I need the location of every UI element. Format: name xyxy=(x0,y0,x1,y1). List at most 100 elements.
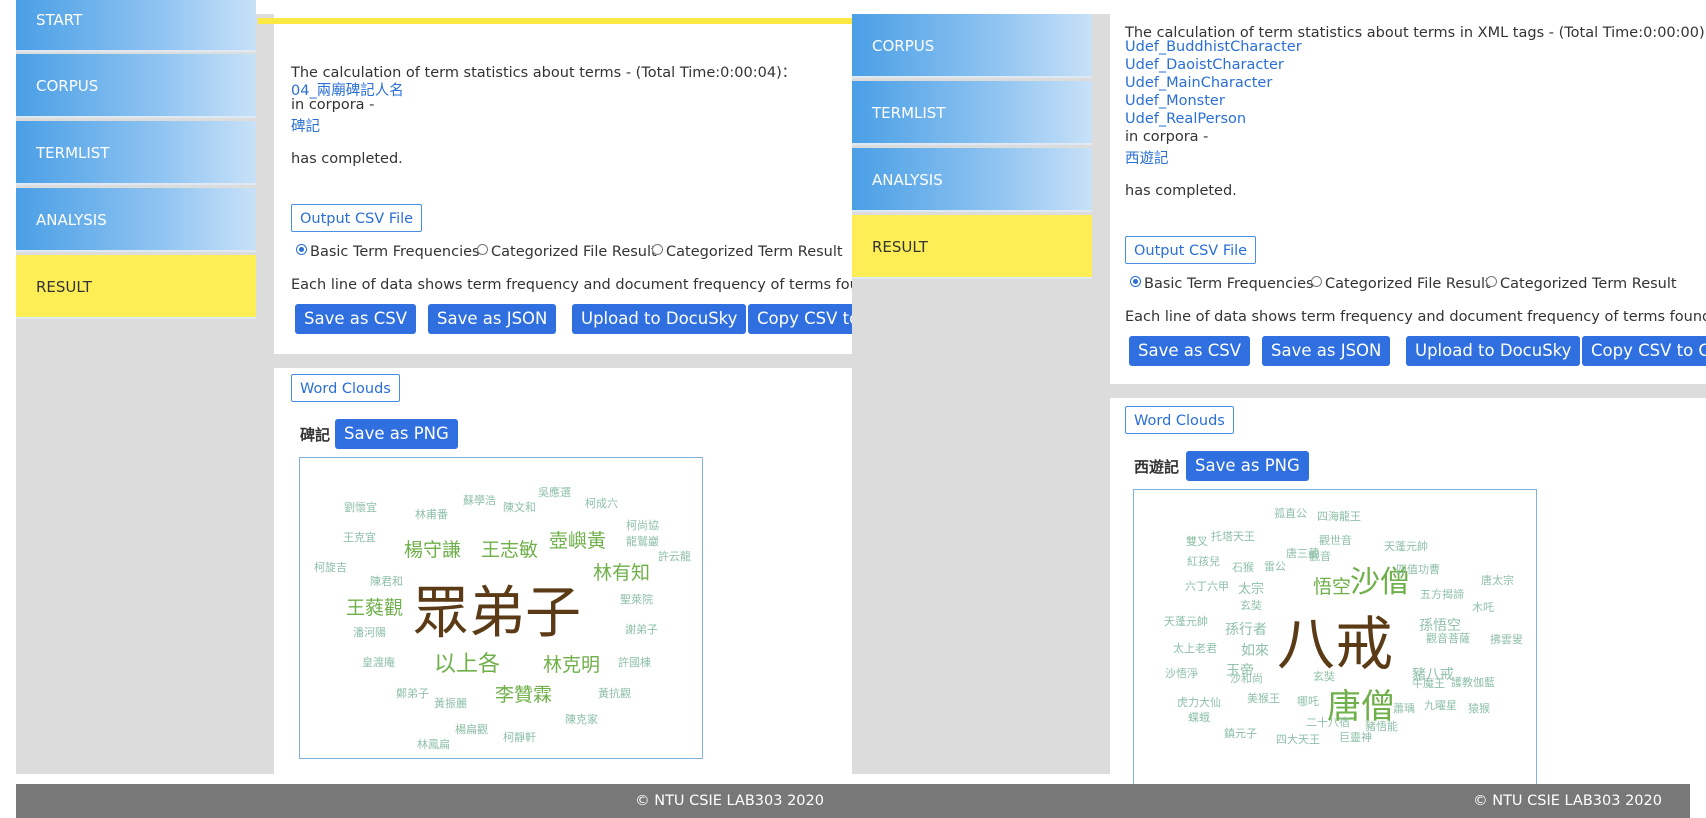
cloud-word: 王蕤觀 xyxy=(346,597,404,619)
cloud-word: 鄭弟子 xyxy=(396,687,429,700)
cloud-word: 潘河陽 xyxy=(353,626,386,639)
radio-label: Categorized Term Result xyxy=(666,244,843,260)
cloud-word: 玄奘 xyxy=(1313,670,1335,683)
copy-csv-button[interactable]: Copy CSV to Clipboard xyxy=(1582,336,1706,366)
footer: © NTU CSIE LAB303 2020 xyxy=(16,784,852,818)
cloud-word: 石猴 xyxy=(1232,561,1254,574)
radio-basic-term-frequencies[interactable]: Basic Term Frequencies xyxy=(1130,276,1314,292)
radio-categorized-term-result[interactable]: Categorized Term Result xyxy=(652,244,843,260)
corpus-link[interactable]: 西遊記 xyxy=(1125,147,1169,168)
cloud-word: 巨靈神 xyxy=(1339,731,1372,744)
nav-analysis[interactable]: ANALYSIS xyxy=(852,148,1092,212)
cloud-word: 聖萊院 xyxy=(620,593,653,606)
save-as-json-button[interactable]: Save as JSON xyxy=(428,304,557,334)
cloud-word: 黃抗觀 xyxy=(598,687,631,700)
cloud-word: 楊守謙 xyxy=(404,539,462,561)
save-as-png-button[interactable]: Save as PNG xyxy=(1186,451,1309,481)
cloud-word: 許云龍 xyxy=(658,550,691,563)
output-csv-button[interactable]: Output CSV File xyxy=(291,204,423,232)
nav-analysis[interactable]: ANALYSIS xyxy=(16,188,256,252)
cloud-word: 如來 xyxy=(1241,643,1269,659)
word-cloud: 眾弟子 以上各 林克明 李贊霖 王蕤觀 楊守謙 王志敏 壺嶼黃 林有知 劉懷宜 … xyxy=(299,457,703,759)
cloud-word: 唐太宗 xyxy=(1481,574,1514,587)
radio-categorized-file-result[interactable]: Categorized File Result xyxy=(1311,276,1491,292)
cloud-word: 四海龍王 xyxy=(1317,510,1361,523)
save-as-csv-button[interactable]: Save as CSV xyxy=(295,304,416,334)
cloud-word: 柯尚協 xyxy=(626,519,659,532)
cloud-word: 吳應選 xyxy=(538,486,571,499)
copy-csv-button[interactable]: Copy CSV to Clipboard xyxy=(748,304,852,334)
cloud-word: 眾弟子 xyxy=(413,581,581,646)
cloud-title: 西遊記 xyxy=(1134,458,1180,476)
save-as-csv-button[interactable]: Save as CSV xyxy=(1129,336,1250,366)
nav-termlist[interactable]: TERMLIST xyxy=(852,81,1092,145)
radio-label: Basic Term Frequencies xyxy=(310,244,480,260)
cloud-word: 木吒 xyxy=(1472,601,1494,614)
word-cloud: 八戒 唐僧 沙僧 悟空 孫行者 如來 玉帝 孫悟空 豬八戒 太宗 孤直公 四海龍… xyxy=(1133,489,1537,786)
cloud-word: 四大天王 xyxy=(1276,733,1320,746)
cloud-word: 雙叉 xyxy=(1186,535,1208,548)
nav-corpus[interactable]: CORPUS xyxy=(16,54,256,118)
cloud-word: 六丁六甲 xyxy=(1185,580,1229,593)
cloud-word: 太上老君 xyxy=(1173,642,1217,655)
cloud-title: 碑記 xyxy=(300,426,331,444)
cloud-word: 陳克家 xyxy=(565,713,598,726)
nav-start[interactable]: START xyxy=(16,0,256,52)
cloud-word: 玄奘 xyxy=(1240,599,1262,612)
radio-label: Categorized File Result xyxy=(491,244,657,260)
save-as-json-button[interactable]: Save as JSON xyxy=(1262,336,1391,366)
cloud-word: 牛魔王 xyxy=(1412,677,1445,690)
radio-label: Categorized Term Result xyxy=(1500,276,1677,292)
cloud-word: 柯靜軒 xyxy=(503,731,536,744)
cloud-word: 八戒 xyxy=(1277,610,1394,678)
cloud-word: 蘇學浩 xyxy=(463,494,496,507)
cloud-word: 托塔天王 xyxy=(1211,530,1255,543)
cloud-word: 蝶蛾 xyxy=(1188,711,1210,724)
tag-link[interactable]: Udef_Monster xyxy=(1125,93,1225,109)
tag-link[interactable]: Udef_MainCharacter xyxy=(1125,75,1272,91)
cloud-word: 觀音 xyxy=(1309,550,1331,563)
upload-to-docusky-button[interactable]: Upload to DocuSky xyxy=(572,304,747,334)
in-corpora-label: in corpora - xyxy=(1125,129,1209,145)
cloud-word: 李贊霖 xyxy=(495,684,553,706)
tag-link[interactable]: Udef_BuddhistCharacter xyxy=(1125,39,1302,55)
word-clouds-button[interactable]: Word Clouds xyxy=(1125,406,1234,434)
output-csv-button[interactable]: Output CSV File xyxy=(1125,236,1257,264)
cloud-word: 陳文和 xyxy=(503,501,536,514)
cloud-word: 柯成六 xyxy=(585,497,618,510)
cloud-word: 天蓬元帥 xyxy=(1164,615,1208,628)
cloud-word: 美猴王 xyxy=(1247,692,1280,705)
radio-checked-icon xyxy=(296,244,307,255)
upload-to-docusky-button[interactable]: Upload to DocuSky xyxy=(1406,336,1581,366)
section-divider xyxy=(1106,384,1706,398)
data-description: Each line of data shows term frequency a… xyxy=(1125,309,1706,325)
data-description: Each line of data shows term frequency a… xyxy=(291,277,852,293)
tag-link[interactable]: Udef_DaoistCharacter xyxy=(1125,57,1284,73)
save-as-png-button[interactable]: Save as PNG xyxy=(335,419,458,449)
cloud-word: 沙和尚 xyxy=(1230,672,1263,685)
word-clouds-button[interactable]: Word Clouds xyxy=(291,374,400,402)
radio-unchecked-icon xyxy=(477,244,488,255)
cloud-word: 以上各 xyxy=(434,652,501,677)
nav-termlist[interactable]: TERMLIST xyxy=(16,121,256,185)
cloud-word: 林有知 xyxy=(593,562,651,584)
radio-unchecked-icon xyxy=(1486,276,1497,287)
radio-categorized-file-result[interactable]: Categorized File Result xyxy=(477,244,657,260)
cloud-word: 林鳳扁 xyxy=(417,738,450,751)
nav-result[interactable]: RESULT xyxy=(852,215,1092,279)
tag-link[interactable]: Udef_RealPerson xyxy=(1125,111,1246,127)
radio-checked-icon xyxy=(1130,276,1141,287)
cloud-word: 王志敏 xyxy=(481,539,539,561)
cloud-word: 四值功曹 xyxy=(1396,563,1440,576)
radio-unchecked-icon xyxy=(652,244,663,255)
corpus-link[interactable]: 碑記 xyxy=(291,115,320,136)
in-corpora-label: in corpora - xyxy=(291,97,375,113)
gutter xyxy=(256,14,274,774)
nav-result[interactable]: RESULT xyxy=(16,255,256,319)
nav-corpus[interactable]: CORPUS xyxy=(852,14,1092,78)
radio-basic-term-frequencies[interactable]: Basic Term Frequencies xyxy=(296,244,480,260)
radio-categorized-term-result[interactable]: Categorized Term Result xyxy=(1486,276,1677,292)
cloud-word: 孤直公 xyxy=(1274,507,1307,520)
cloud-word: 陳君和 xyxy=(370,575,403,588)
cloud-word: 壺嶼黃 xyxy=(549,530,607,552)
